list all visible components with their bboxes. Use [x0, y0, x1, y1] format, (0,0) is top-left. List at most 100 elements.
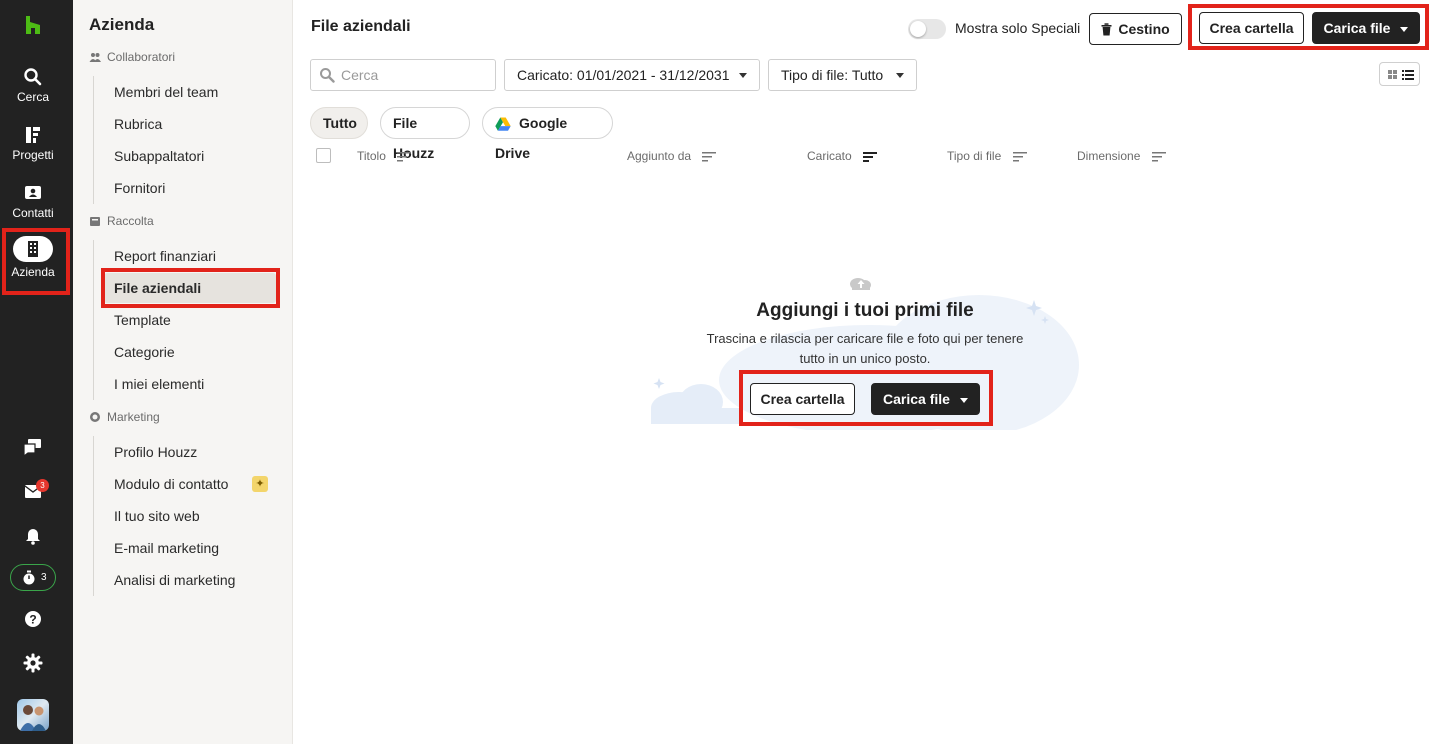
- nav-item-categorie[interactable]: Categorie: [104, 337, 276, 367]
- timer-button[interactable]: 3: [10, 564, 56, 591]
- sort-icon: [1012, 152, 1027, 162]
- active-pill: [13, 236, 53, 262]
- main-content: File aziendali Mostra solo Speciali Cest…: [293, 0, 1433, 744]
- group-label: Raccolta: [107, 214, 154, 228]
- column-header-aggiunto-da[interactable]: Aggiunto da: [627, 147, 717, 165]
- featured-only-label: Mostra solo Speciali: [955, 20, 1081, 36]
- rail-item-contatti[interactable]: Contatti: [0, 182, 66, 234]
- inbox-badge: 3: [36, 479, 49, 492]
- people-icon: [89, 53, 101, 62]
- timer-count: 3: [41, 572, 47, 583]
- nav-item-fornitori[interactable]: Fornitori: [104, 173, 276, 203]
- rail-item-label: Progetti: [12, 148, 54, 162]
- sort-icon: [1151, 152, 1166, 162]
- nav-item-modulo-di-contatto[interactable]: Modulo di contatto: [104, 469, 276, 499]
- column-label: Aggiunto da: [627, 149, 692, 163]
- column-header-caricato[interactable]: Caricato: [807, 147, 878, 165]
- nav-item-i-miei-elementi[interactable]: I miei elementi: [104, 369, 276, 399]
- nav-item-file-aziendali[interactable]: File aziendali: [104, 273, 276, 303]
- caret-down-icon: [896, 73, 904, 78]
- group-header-raccolta: Raccolta: [89, 214, 154, 228]
- empty-state-title: Aggiungi i tuoi primi file: [756, 300, 974, 321]
- group-label: Collaboratori: [107, 50, 176, 64]
- section-nav: Azienda Collaboratori Membri del team Ru…: [73, 0, 293, 744]
- file-type-filter-label: Tipo di file: Tutto: [781, 67, 884, 83]
- file-type-filter[interactable]: Tipo di file: Tutto: [768, 59, 917, 91]
- sort-icon: [702, 152, 717, 162]
- marketing-icon: [90, 412, 100, 422]
- upload-label: Carica file: [1323, 20, 1391, 36]
- uploaded-date-filter-label: Caricato: 01/01/2021 - 31/12/2031: [517, 67, 730, 83]
- view-toggle[interactable]: [1379, 62, 1420, 86]
- search-icon: [320, 68, 335, 83]
- rail-item-progetti[interactable]: Progetti: [0, 124, 66, 176]
- nav-item-rubrica[interactable]: Rubrica: [104, 109, 276, 139]
- caret-down-icon: [959, 397, 968, 403]
- caret-down-icon: [739, 73, 747, 78]
- avatar[interactable]: [17, 699, 49, 731]
- bell-icon[interactable]: [20, 522, 46, 548]
- group-label: Marketing: [107, 410, 160, 424]
- rail-item-label: Contatti: [12, 206, 54, 220]
- help-icon[interactable]: ?: [20, 606, 46, 632]
- column-label: Titolo: [357, 149, 386, 163]
- column-header-dimensione[interactable]: Dimensione: [1077, 147, 1166, 165]
- cloud-upload-icon: [850, 278, 871, 290]
- empty-state-subtitle: Trascina e rilascia per caricare file e …: [685, 329, 1045, 369]
- group-header-marketing: Marketing: [89, 410, 160, 424]
- group-header-collaboratori: Collaboratori: [89, 50, 175, 64]
- nav-item-analisi-di-marketing[interactable]: Analisi di marketing: [104, 565, 276, 595]
- sort-active-icon: [863, 152, 878, 162]
- empty-state-subtitle-line: tutto in un unico posto.: [799, 351, 931, 366]
- trash-label: Cestino: [1118, 21, 1170, 37]
- search-input[interactable]: [341, 66, 491, 84]
- column-header-tipo-di-file[interactable]: Tipo di file: [947, 147, 1027, 165]
- collection-icon: [90, 217, 100, 226]
- group-line: [93, 76, 94, 204]
- nav-item-profilo-houzz[interactable]: Profilo Houzz: [104, 437, 276, 467]
- nav-item-template[interactable]: Template: [104, 305, 276, 335]
- grid-list-view-icon: [1388, 70, 1414, 80]
- svg-text:?: ?: [29, 613, 36, 627]
- stopwatch-icon: [23, 570, 35, 585]
- create-folder-button[interactable]: Crea cartella: [1199, 12, 1304, 44]
- nav-item-il-tuo-sito-web[interactable]: Il tuo sito web: [104, 501, 276, 531]
- caret-down-icon: [1400, 26, 1409, 32]
- rail-item-label: Cerca: [16, 90, 49, 104]
- empty-state-subtitle-line: Trascina e rilascia per caricare file e …: [706, 331, 1024, 346]
- projects-icon: [26, 127, 40, 143]
- column-label: Caricato: [807, 149, 852, 163]
- app-rail: Cerca Progetti Contatti Azienda 3 3 ?: [0, 0, 73, 744]
- rail-item-azienda[interactable]: Azienda: [0, 236, 66, 288]
- select-all-checkbox[interactable]: [316, 148, 331, 163]
- chat-icon[interactable]: [20, 434, 46, 460]
- uploaded-date-filter[interactable]: Caricato: 01/01/2021 - 31/12/2031: [504, 59, 760, 91]
- source-chip-file-houzz[interactable]: File Houzz: [380, 107, 470, 161]
- sparkle-icon: ✦: [252, 476, 268, 492]
- empty-upload-file-button[interactable]: Carica file: [871, 383, 980, 415]
- gear-icon[interactable]: [20, 650, 46, 676]
- nav-item-subappaltatori[interactable]: Subappaltatori: [104, 141, 276, 171]
- trash-button[interactable]: Cestino: [1089, 13, 1182, 45]
- source-chip-tutto[interactable]: Tutto: [310, 107, 368, 139]
- column-header-titolo[interactable]: Titolo: [357, 147, 412, 165]
- source-chip-google-drive[interactable]: Google Drive: [482, 107, 613, 161]
- nav-item-report-finanziari[interactable]: Report finanziari: [104, 241, 276, 271]
- nav-item-e-mail-marketing[interactable]: E-mail marketing: [104, 533, 276, 563]
- column-label: Tipo di file: [947, 149, 1002, 163]
- group-line: [93, 240, 94, 400]
- sort-icon: [397, 152, 412, 162]
- page-title: File aziendali: [311, 18, 411, 35]
- houzz-logo-icon[interactable]: [22, 14, 44, 36]
- search-field[interactable]: [310, 59, 496, 91]
- google-drive-icon: [495, 117, 511, 131]
- column-label: Dimensione: [1077, 149, 1141, 163]
- featured-only-toggle[interactable]: [908, 19, 946, 39]
- rail-item-label: Azienda: [11, 265, 55, 279]
- trash-icon: [1101, 23, 1112, 36]
- upload-file-button[interactable]: Carica file: [1312, 12, 1420, 44]
- contacts-icon: [25, 186, 41, 199]
- empty-create-folder-button[interactable]: Crea cartella: [750, 383, 855, 415]
- rail-item-cerca[interactable]: Cerca: [0, 66, 66, 118]
- nav-item-membri-del-team[interactable]: Membri del team: [104, 77, 276, 107]
